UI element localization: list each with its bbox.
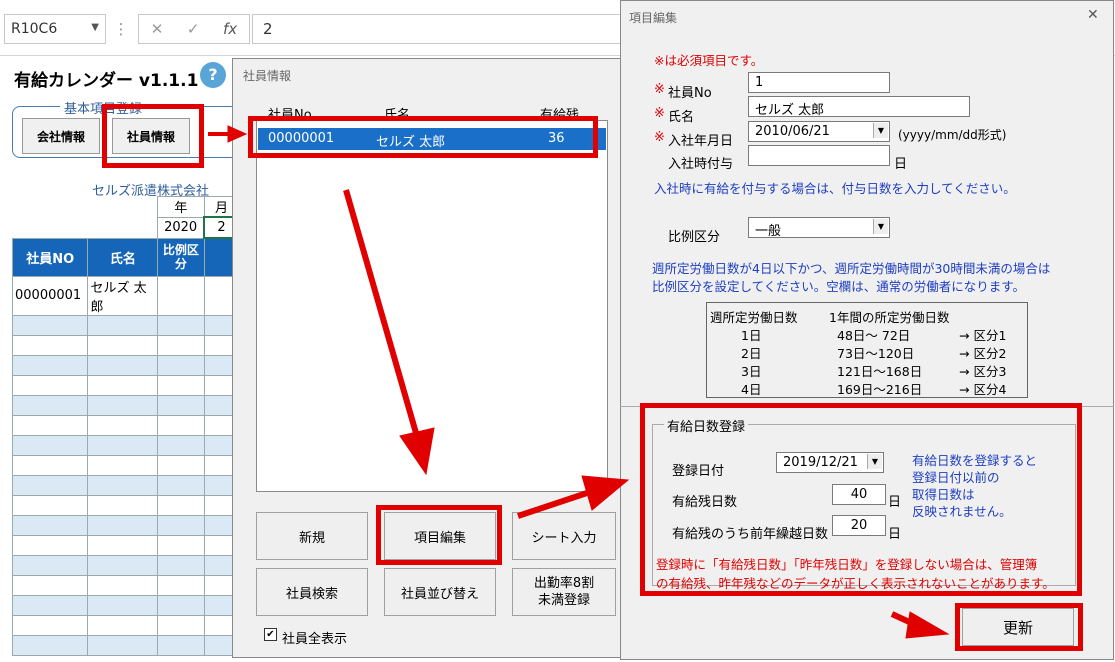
- ratio-select[interactable]: 一般 ▼: [748, 217, 890, 239]
- chevron-down-icon[interactable]: ▼: [873, 219, 888, 234]
- col-header-name: 氏名: [87, 237, 159, 277]
- ratio-value: 一般: [755, 224, 782, 239]
- ratio-note-1: 週所定労働日数が4日以下かつ、週所定労働時間が30時間未満の場合は: [652, 261, 1051, 276]
- ratio-row-days: 3日: [741, 364, 762, 379]
- required-mark: ※: [654, 106, 665, 121]
- name-label: 氏名: [668, 110, 695, 125]
- row-no[interactable]: 00000001: [11, 275, 89, 316]
- ratio-row-days: 4日: [741, 382, 762, 397]
- ratio-row-range: 73日～120日: [837, 346, 915, 361]
- ratio-row-class: → 区分3: [959, 364, 1007, 379]
- show-all-label: 社員全表示: [282, 632, 348, 647]
- cancel-icon[interactable]: ✕: [151, 20, 164, 38]
- name-field[interactable]: セルズ 太郎: [748, 96, 970, 118]
- grant-days-field[interactable]: [748, 145, 890, 166]
- show-all-checkbox[interactable]: ✔: [264, 628, 277, 641]
- employee-list[interactable]: [256, 120, 608, 492]
- join-date-value: 2010/06/21: [755, 124, 830, 139]
- join-date-label: 入社年月日: [668, 134, 734, 149]
- chevron-down-icon[interactable]: ▼: [91, 22, 99, 33]
- more-icon[interactable]: ⋮: [112, 14, 130, 44]
- highlight-box: [955, 603, 1083, 651]
- highlight-box: [248, 116, 598, 158]
- grant-unit: 日: [894, 157, 908, 172]
- required-mark: ※: [654, 82, 665, 97]
- page-title: 有給カレンダー v1.1.1: [14, 71, 199, 91]
- name-box[interactable]: R10C6 ▼: [4, 14, 106, 44]
- enter-icon[interactable]: ✓: [187, 20, 200, 38]
- ratio-row-range: 48日～ 72日: [837, 328, 911, 343]
- fx-icon[interactable]: fx: [223, 20, 237, 38]
- sheet-input-button[interactable]: シート入力: [512, 512, 616, 560]
- ratio-table-header-year: 1年間の所定労働日数: [829, 310, 950, 325]
- required-note: ※は必須項目です。: [654, 53, 764, 68]
- employee-dialog-title: 社員情報: [243, 69, 292, 83]
- ratio-table: 週所定労働日数 1年間の所定労働日数 1日 48日～ 72日 → 区分1 2日 …: [706, 302, 1028, 398]
- ratio-row-days: 2日: [741, 346, 762, 361]
- ratio-row-class: → 区分1: [959, 328, 1007, 343]
- ratio-row-class: → 区分4: [959, 382, 1007, 397]
- ratio-note-2: 比例区分を設定してください。空欄は、通常の労働者になります。: [652, 279, 1026, 294]
- name-box-value: R10C6: [11, 21, 58, 37]
- company-info-button[interactable]: 会社情報: [22, 118, 100, 154]
- calendar-grid: 年 月 2020 2 社員NO 氏名 比例区分 00000001 セルズ 太郎: [11, 196, 240, 656]
- year-label: 年: [157, 196, 205, 218]
- help-icon[interactable]: ?: [200, 62, 226, 88]
- new-button[interactable]: 新規: [256, 512, 368, 560]
- employee-sort-button[interactable]: 社員並び替え: [384, 568, 496, 616]
- row-name[interactable]: セルズ 太郎: [87, 275, 159, 316]
- year-cell[interactable]: 2020: [157, 216, 205, 239]
- highlight-box: [640, 403, 1082, 596]
- formula-buttons: ✕ ✓ fx: [138, 14, 250, 44]
- employee-no-label: 社員No: [668, 86, 712, 101]
- close-icon[interactable]: ✕: [1087, 7, 1099, 23]
- ratio-row-days: 1日: [741, 328, 762, 343]
- ratio-row-class: → 区分2: [959, 346, 1007, 361]
- formula-input[interactable]: 2: [252, 14, 632, 44]
- ratio-table-header-days: 週所定労働日数: [710, 310, 798, 325]
- grant-label: 入社時付与: [668, 157, 734, 172]
- edit-dialog-title: 項目編集: [629, 11, 678, 25]
- join-date-select[interactable]: 2010/06/21 ▼: [748, 121, 890, 142]
- ratio-row-range: 169日～216日: [837, 382, 923, 397]
- attendance-register-button[interactable]: 出勤率8割 未満登録: [512, 568, 616, 616]
- ratio-label: 比例区分: [668, 230, 721, 245]
- employee-search-button[interactable]: 社員検索: [256, 568, 368, 616]
- date-format-hint: (yyyy/mm/dd形式): [898, 128, 1007, 142]
- chevron-down-icon[interactable]: ▼: [873, 123, 888, 138]
- grant-note: 入社時に有給を付与する場合は、付与日数を入力してください。: [654, 181, 1016, 196]
- highlight-box: [376, 505, 502, 565]
- ratio-row-range: 121日～168日: [837, 364, 923, 379]
- col-header-no: 社員NO: [11, 237, 89, 277]
- highlight-box: [102, 104, 204, 168]
- employee-no-field[interactable]: 1: [748, 72, 890, 93]
- required-mark: ※: [654, 130, 665, 145]
- col-header-ratio: 比例区分: [157, 237, 205, 277]
